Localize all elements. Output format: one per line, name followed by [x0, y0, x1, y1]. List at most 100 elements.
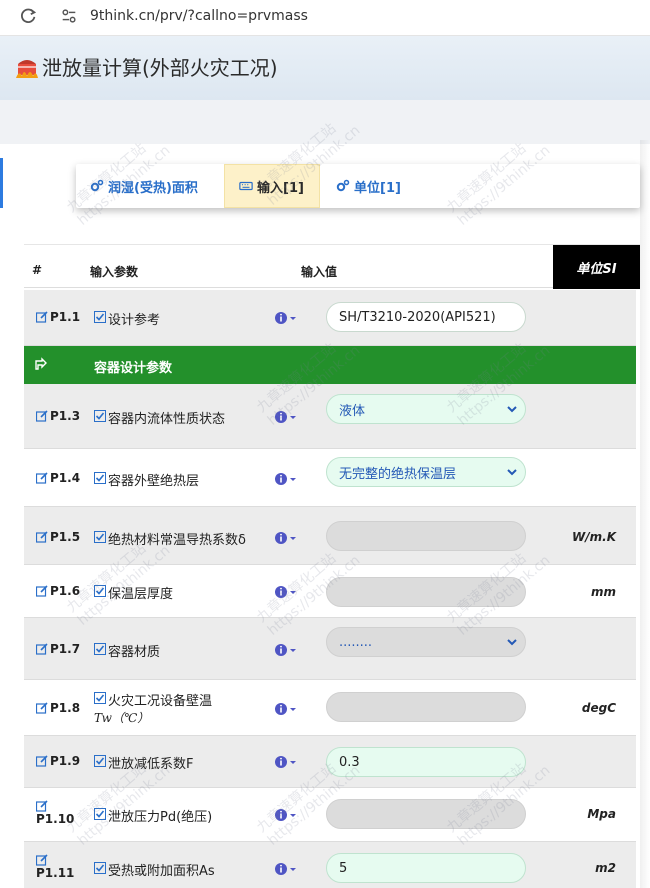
edit-icon[interactable] [36, 472, 48, 484]
checkbox-icon[interactable] [94, 585, 106, 597]
table-row: P1.4 容器外壁绝热层 无完整的绝热保温层 [24, 449, 636, 507]
info-icon [275, 644, 296, 656]
table-row: P1.3 容器内流体性质状态 液体 [24, 384, 636, 449]
checkbox-icon[interactable] [94, 692, 106, 704]
unit-label: degC [581, 701, 616, 715]
table-row: P1.7 容器材质 ........ [24, 618, 636, 680]
param-id: P1.6 [36, 584, 80, 598]
edit-icon[interactable] [36, 643, 48, 655]
info-icon [275, 809, 296, 821]
checkbox-icon[interactable] [94, 862, 106, 874]
checkbox-icon[interactable] [94, 472, 106, 484]
page-header: 泄放量计算(外部火灾工况) [0, 36, 650, 100]
info-dropdown[interactable] [274, 642, 300, 658]
insulation-select[interactable]: 无完整的绝热保温层 [326, 457, 526, 487]
param-name: 容器外壁绝热层 [94, 470, 199, 489]
edit-icon[interactable] [36, 702, 48, 714]
chevron-down-icon [507, 406, 517, 413]
edit-icon[interactable] [36, 800, 48, 812]
param-name: 容器材质 [94, 641, 160, 660]
param-id: P1.3 [36, 409, 80, 423]
unit-label: mm [590, 585, 616, 599]
info-icon [275, 532, 296, 544]
edit-icon[interactable] [36, 585, 48, 597]
unit-label: Mpa [587, 807, 616, 821]
edit-icon[interactable] [36, 531, 48, 543]
param-name: 泄放减低系数F [94, 753, 193, 772]
cogs-icon [336, 179, 350, 192]
checkbox-icon[interactable] [94, 755, 106, 767]
site-settings-icon[interactable] [60, 7, 78, 25]
param-name: 设计参考 [94, 309, 160, 328]
edit-icon[interactable] [36, 755, 48, 767]
param-id: P1.10 [36, 800, 74, 826]
chevron-down-icon [507, 639, 517, 646]
section-label: 容器设计参数 [94, 361, 173, 376]
heated-area-input[interactable]: 5 [326, 853, 526, 883]
tab-input[interactable]: 输入[1] [224, 164, 320, 208]
table-row: P1.5 绝热材料常温导热系数δ W/m.K [24, 507, 636, 565]
unit-label: W/m.K [572, 530, 616, 544]
info-icon [275, 863, 296, 875]
param-id: P1.11 [36, 854, 74, 880]
col-unit: 单位SI [553, 245, 640, 289]
hand-pointer-icon [35, 357, 47, 370]
edit-icon[interactable] [36, 410, 48, 422]
table-row: P1.11 受热或附加面积As 5 m2 [24, 842, 636, 888]
info-dropdown[interactable] [274, 530, 300, 546]
info-dropdown[interactable] [274, 409, 300, 425]
section-vessel-design: 容器设计参数 [24, 346, 636, 384]
table-header: # 输入参数 输入值 单位SI [24, 244, 640, 289]
info-icon [275, 473, 296, 485]
checkbox-icon[interactable] [94, 531, 106, 543]
tab-label: 单位[1] [354, 180, 401, 196]
info-dropdown[interactable] [274, 807, 300, 823]
fluid-state-select[interactable]: 液体 [326, 394, 526, 424]
col-value: 输入值 [301, 265, 338, 279]
param-name: 火灾工况设备壁温 Tw（℃） [94, 692, 213, 725]
param-id: P1.4 [36, 471, 80, 485]
checkbox-icon[interactable] [94, 311, 106, 323]
info-icon [275, 411, 296, 423]
param-name: 受热或附加面积As [94, 860, 215, 879]
param-name: 绝热材料常温导热系数δ [94, 529, 246, 548]
tab-wetted-area[interactable]: 润湿(受热)面积 [76, 164, 224, 208]
browser-address-bar: 9think.cn/prv/?callno=prvmass [0, 0, 650, 36]
info-dropdown[interactable] [274, 310, 300, 326]
page-title: 泄放量计算(外部火灾工况) [42, 56, 278, 80]
param-id: P1.9 [36, 754, 80, 768]
left-accent-bar [0, 158, 3, 208]
param-id: P1.5 [36, 530, 80, 544]
checkbox-icon[interactable] [94, 643, 106, 655]
checkbox-icon[interactable] [94, 808, 106, 820]
thermal-conductivity-field[interactable] [326, 521, 526, 551]
edit-icon[interactable] [36, 854, 48, 866]
checkbox-icon[interactable] [94, 410, 106, 422]
relief-factor-input[interactable]: 0.3 [326, 747, 526, 777]
design-reference-field[interactable]: SH/T3210-2020(API521) [326, 302, 526, 332]
info-dropdown[interactable] [274, 471, 300, 487]
param-name: 保温层厚度 [94, 583, 173, 602]
wall-temperature-field[interactable] [326, 692, 526, 722]
unit-label: m2 [595, 861, 616, 875]
table-row: P1.10 泄放压力Pd(绝压) Mpa [24, 788, 636, 842]
vessel-material-select[interactable]: ........ [326, 627, 526, 657]
info-dropdown[interactable] [274, 861, 300, 877]
info-dropdown[interactable] [274, 584, 300, 600]
relief-pressure-field[interactable] [326, 799, 526, 829]
url-text[interactable]: 9think.cn/prv/?callno=prvmass [90, 8, 308, 24]
info-icon [275, 312, 296, 324]
right-edge-shadow [640, 140, 650, 888]
col-index: # [32, 263, 43, 277]
edit-icon[interactable] [36, 311, 48, 323]
tab-units[interactable]: 单位[1] [320, 164, 420, 208]
col-param: 输入参数 [90, 265, 139, 279]
header-band [0, 100, 650, 144]
param-name: 容器内流体性质状态 [94, 408, 225, 427]
info-dropdown[interactable] [274, 754, 300, 770]
param-name: 泄放压力Pd(绝压) [94, 806, 212, 825]
reload-icon[interactable] [20, 7, 38, 25]
info-dropdown[interactable] [274, 701, 300, 717]
table-row: P1.6 保温层厚度 mm [24, 565, 636, 618]
insulation-thickness-field[interactable] [326, 577, 526, 607]
